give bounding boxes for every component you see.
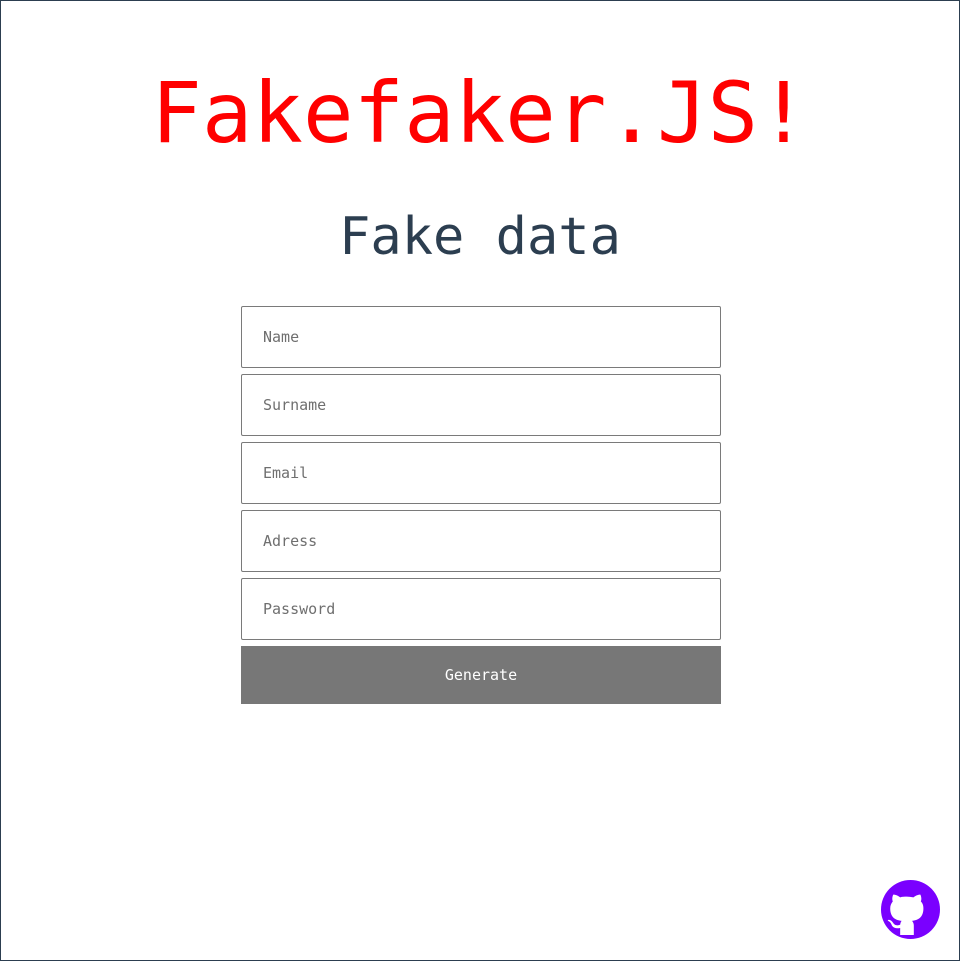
surname-input[interactable] (241, 374, 721, 436)
section-title: Fake data (339, 207, 621, 267)
fake-data-form: Generate (241, 306, 721, 704)
name-input[interactable] (241, 306, 721, 368)
github-link[interactable] (881, 880, 940, 939)
app-title: Fakefaker.JS! (151, 64, 809, 162)
generate-button[interactable]: Generate (241, 646, 721, 704)
password-input[interactable] (241, 578, 721, 640)
app-window: Fakefaker.JS! Fake data Generate (0, 0, 960, 961)
email-input[interactable] (241, 442, 721, 504)
address-input[interactable] (241, 510, 721, 572)
github-icon (881, 880, 940, 939)
